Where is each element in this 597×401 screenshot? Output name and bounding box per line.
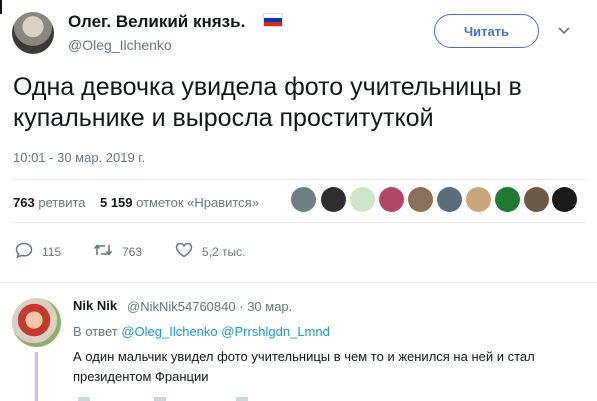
- divider: [12, 222, 585, 223]
- thread-line: [35, 352, 38, 401]
- in-reply-prefix: В ответ: [73, 324, 118, 339]
- liker-avatar[interactable]: [408, 187, 433, 212]
- tweet-timestamp[interactable]: 10:01 - 30 мар. 2019 г.: [13, 150, 145, 165]
- follow-button[interactable]: Читать: [434, 14, 539, 48]
- reply-text: А один мальчик увидел фото учительницы в…: [73, 349, 535, 384]
- reply-handle[interactable]: @NikNik54760840: [127, 299, 236, 314]
- reply-action[interactable]: 115: [15, 242, 61, 261]
- like-action-count: 5,2 тыс.: [202, 244, 246, 259]
- mention-link[interactable]: @Prrshlgdn_Lmnd: [221, 324, 330, 339]
- liker-avatar[interactable]: [524, 187, 549, 212]
- flag-stripe-red: [264, 21, 282, 26]
- reply-icon: [15, 242, 33, 261]
- reply-count: 115: [42, 244, 62, 259]
- liker-avatar[interactable]: [552, 187, 577, 212]
- in-reply-to: В ответ @Oleg_Ilchenko @Prrshlgdn_Lmnd: [73, 324, 330, 339]
- retweet-label[interactable]: ретвита: [38, 195, 85, 210]
- author-handle[interactable]: @Oleg_Ilchenko: [68, 37, 172, 53]
- liker-avatar[interactable]: [437, 187, 462, 212]
- retweet-action[interactable]: 763: [93, 242, 142, 261]
- retweet-action-icon-stub[interactable]: [154, 397, 166, 401]
- liker-avatar[interactable]: [379, 187, 404, 212]
- reply-meta: @NikNik54760840 · 30 мар.: [127, 299, 292, 314]
- divider: [12, 179, 585, 180]
- like-count[interactable]: 5 159: [100, 195, 133, 210]
- reply-author-name[interactable]: Nik Nik: [73, 298, 117, 313]
- like-label[interactable]: отметок «Нравится»: [136, 195, 259, 210]
- author-avatar[interactable]: [12, 12, 54, 54]
- liker-avatar[interactable]: [321, 187, 346, 212]
- heart-icon: [175, 242, 193, 261]
- top-edge-line: [0, 0, 2, 14]
- retweet-action-count: 763: [122, 244, 143, 259]
- retweet-icon: [93, 242, 113, 261]
- tweet-stats: 763 ретвита 5 159 отметок «Нравится»: [13, 195, 259, 210]
- russia-flag-icon: [263, 13, 283, 27]
- tweet-text: Одна девочка увидела фото учительницы в …: [13, 73, 522, 132]
- liker-avatar[interactable]: [466, 187, 491, 212]
- like-action[interactable]: 5,2 тыс.: [175, 242, 245, 261]
- mention-link[interactable]: @Oleg_Ilchenko: [121, 324, 217, 339]
- retweet-count[interactable]: 763: [13, 195, 35, 210]
- reply-author-avatar[interactable]: [12, 298, 61, 347]
- reply-action-icon-stub[interactable]: [78, 397, 90, 401]
- chevron-down-icon[interactable]: [558, 24, 570, 38]
- liker-avatar[interactable]: [350, 187, 375, 212]
- liker-avatar[interactable]: [495, 187, 520, 212]
- liker-avatar[interactable]: [291, 187, 316, 212]
- author-name[interactable]: Олег. Великий князь.: [68, 12, 245, 32]
- divider: [0, 282, 597, 283]
- like-action-icon-stub[interactable]: [236, 397, 248, 401]
- reply-date[interactable]: 30 мар.: [247, 299, 292, 314]
- reply-separator: ·: [239, 299, 244, 314]
